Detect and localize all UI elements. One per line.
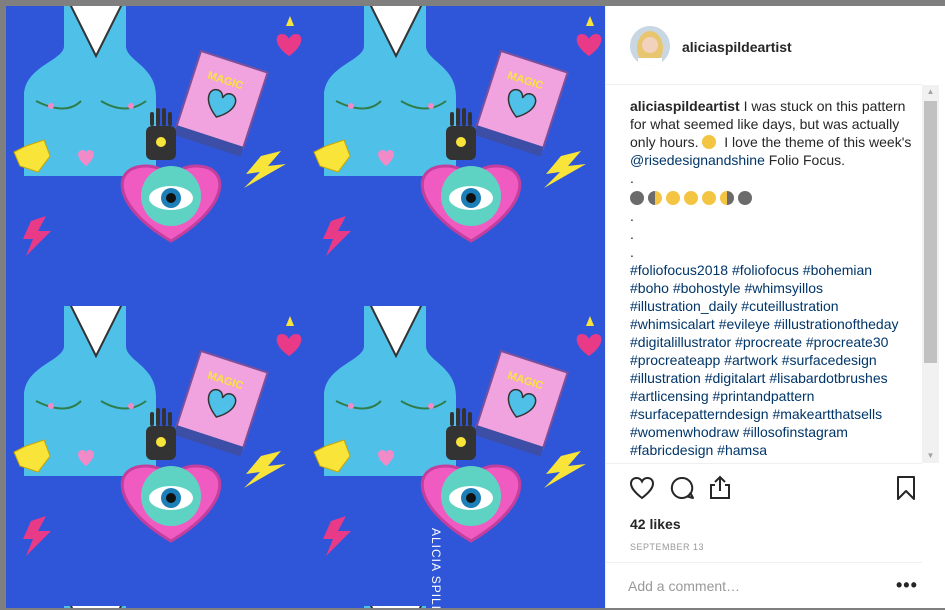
hashtag-link[interactable]: #illustration_daily bbox=[630, 298, 737, 314]
hashtag-link[interactable]: #bohostyle bbox=[673, 280, 741, 296]
more-options-button[interactable]: ••• bbox=[896, 576, 918, 594]
hashtag-line: #illustration_daily #cuteillustration bbox=[630, 297, 912, 315]
caption: aliciaspildeartist I was stuck on this p… bbox=[630, 97, 912, 459]
hashtag-link[interactable]: #procreate bbox=[735, 334, 802, 350]
new-moon-icon-2 bbox=[738, 191, 752, 205]
hashtag-line: #whimsicalart #evileye #illustrationofth… bbox=[630, 315, 912, 333]
caption-dot: . bbox=[630, 170, 634, 186]
post-header: aliciaspildeartist bbox=[606, 6, 922, 85]
bookmark-icon bbox=[897, 476, 915, 500]
caption-mention[interactable]: @risedesignandshine bbox=[630, 152, 765, 168]
comments-area: aliciaspildeartist I was stuck on this p… bbox=[606, 85, 922, 463]
hashtag-link[interactable]: #cuteillustration bbox=[741, 298, 838, 314]
photo-watermark: ALICIA SPILDE bbox=[429, 528, 443, 608]
scrollbar-thumb[interactable] bbox=[924, 101, 937, 363]
hashtag-link[interactable]: #boho bbox=[630, 280, 669, 296]
avatar[interactable] bbox=[630, 26, 670, 66]
hashtag-link[interactable]: #bohemian bbox=[803, 262, 872, 278]
grimace-emoji-icon bbox=[702, 135, 717, 149]
save-button[interactable] bbox=[892, 474, 920, 502]
hashtag-link[interactable]: #illustrationoftheday bbox=[774, 316, 899, 332]
post-date[interactable]: SEPTEMBER 13 bbox=[630, 542, 704, 552]
hashtag-link[interactable]: #surfacepatterndesign bbox=[630, 406, 769, 422]
add-comment-section: ••• bbox=[606, 562, 922, 610]
caption-username[interactable]: aliciaspildeartist bbox=[630, 98, 740, 114]
post-photo[interactable]: MAGIC bbox=[6, 6, 605, 608]
caption-dot-4: . bbox=[630, 244, 634, 260]
hashtag-link[interactable]: #artlicensing bbox=[630, 388, 709, 404]
comment-button[interactable] bbox=[668, 474, 696, 502]
hashtag-link[interactable]: #evileye bbox=[719, 316, 770, 332]
hashtag-link[interactable]: #foliofocus bbox=[732, 262, 799, 278]
caption-text-3: Folio Focus. bbox=[764, 152, 845, 168]
new-moon-icon bbox=[630, 191, 644, 205]
hashtag-link[interactable]: #whimsyillos bbox=[744, 280, 823, 296]
half-moon-icon bbox=[666, 191, 680, 205]
hashtag-line: #digitalillustrator #procreate #procreat… bbox=[630, 333, 912, 351]
moon-phases-emoji-row bbox=[630, 189, 912, 207]
post-actions: 42 likes SEPTEMBER 13 ••• bbox=[606, 463, 922, 609]
full-moon-icon-2 bbox=[702, 191, 716, 205]
hashtag-link[interactable]: #procreateapp bbox=[630, 352, 720, 368]
hashtag-link[interactable]: #lisabardotbrushes bbox=[769, 370, 887, 386]
share-button[interactable] bbox=[706, 474, 734, 502]
like-button[interactable] bbox=[628, 474, 656, 502]
full-moon-icon bbox=[684, 191, 698, 205]
hashtag-link[interactable]: #surfacedesign bbox=[782, 352, 877, 368]
hashtag-line: #fabricdesign #hamsa bbox=[630, 441, 912, 459]
likes-count[interactable]: 42 likes bbox=[630, 516, 681, 532]
hashtag-line: #surfacepatterndesign #makeartthatsells bbox=[630, 405, 912, 423]
pattern-illustration: MAGIC bbox=[6, 6, 605, 608]
share-icon bbox=[710, 475, 730, 499]
hashtag-link[interactable]: #printandpattern bbox=[713, 388, 815, 404]
comment-input[interactable] bbox=[628, 575, 868, 597]
hashtag-line: #boho #bohostyle #whimsyillos bbox=[630, 279, 912, 297]
hashtag-line: #procreateapp #artwork #surfacedesign bbox=[630, 351, 912, 369]
caption-dot-3: . bbox=[630, 226, 634, 242]
header-username[interactable]: aliciaspildeartist bbox=[682, 39, 792, 55]
waxing-moon-icon bbox=[648, 191, 662, 205]
caption-text-2: I love the theme of this week's bbox=[720, 134, 912, 150]
hashtag-line: #womenwhodraw #illosofinstagram bbox=[630, 423, 912, 441]
hashtag-link[interactable]: #illosofinstagram bbox=[743, 424, 848, 440]
hashtag-link[interactable]: #illustration bbox=[630, 370, 701, 386]
post-window: MAGIC bbox=[6, 6, 945, 608]
hashtag-link[interactable]: #digitalillustrator bbox=[630, 334, 731, 350]
caption-dot-2: . bbox=[630, 208, 634, 224]
hashtag-link[interactable]: #foliofocus2018 bbox=[630, 262, 728, 278]
waning-moon-icon bbox=[720, 191, 734, 205]
avatar-image bbox=[630, 26, 670, 66]
heart-icon bbox=[629, 476, 655, 500]
post-details-panel: aliciaspildeartist aliciaspildeartist I … bbox=[605, 6, 945, 608]
hashtag-line: #illustration #digitalart #lisabardotbru… bbox=[630, 369, 912, 387]
hashtag-block: #foliofocus2018 #foliofocus #bohemian #b… bbox=[630, 261, 912, 459]
hashtag-link[interactable]: #digitalart bbox=[705, 370, 766, 386]
hashtag-line: #artlicensing #printandpattern bbox=[630, 387, 912, 405]
hashtag-link[interactable]: #makeartthatsells bbox=[772, 406, 882, 422]
scroll-down-arrow-icon[interactable]: ▼ bbox=[922, 449, 939, 463]
hashtag-link[interactable]: #artwork bbox=[724, 352, 778, 368]
hashtag-link[interactable]: #womenwhodraw bbox=[630, 424, 739, 440]
comments-scrollbar[interactable]: ▲ ▼ bbox=[922, 85, 939, 463]
scroll-up-arrow-icon[interactable]: ▲ bbox=[922, 85, 939, 99]
comment-icon bbox=[670, 476, 694, 499]
hashtag-link[interactable]: #hamsa bbox=[717, 442, 767, 458]
hashtag-link[interactable]: #procreate30 bbox=[806, 334, 889, 350]
hashtag-line: #foliofocus2018 #foliofocus #bohemian bbox=[630, 261, 912, 279]
hashtag-link[interactable]: #fabricdesign bbox=[630, 442, 713, 458]
hashtag-link[interactable]: #whimsicalart bbox=[630, 316, 715, 332]
